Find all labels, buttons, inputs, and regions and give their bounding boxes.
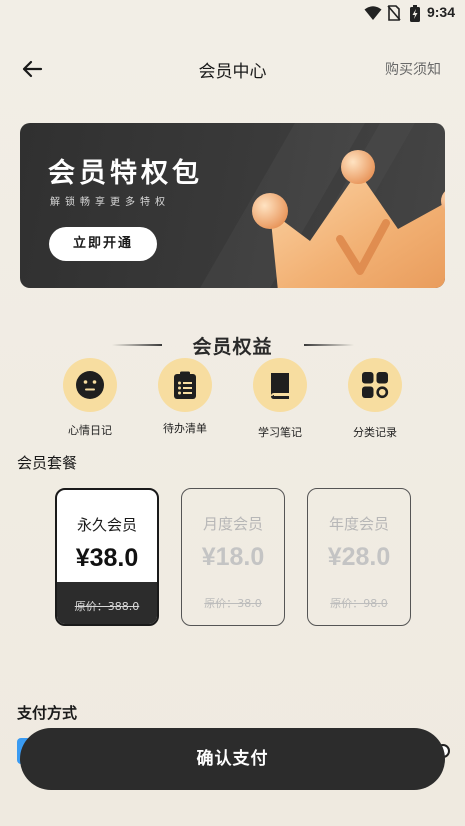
status-bar: 9:34 xyxy=(0,0,465,26)
package-name: 年度会员 xyxy=(328,515,389,533)
banner-title: 会员特权包 xyxy=(48,158,203,189)
package-original-price: 原价：98.0 xyxy=(330,597,388,610)
back-button[interactable] xyxy=(18,54,48,84)
package-monthly[interactable]: 月度会员 ¥18.0 原价：38.0 xyxy=(181,488,285,626)
benefit-mood-diary[interactable]: 心情日记 xyxy=(45,358,135,438)
benefit-study-notes[interactable]: 学习笔记 xyxy=(235,358,325,440)
benefits-title: 会员权益 xyxy=(192,336,273,358)
payment-method-title: 支付方式 xyxy=(17,704,78,722)
grid-icon xyxy=(362,372,389,399)
battery-charging-icon xyxy=(410,5,420,22)
benefits-header: 会员权益 xyxy=(0,330,465,360)
benefit-label: 学习笔记 xyxy=(258,426,302,439)
decor-line-right xyxy=(304,344,354,346)
package-original-price: 原价：38.0 xyxy=(204,597,262,610)
package-name: 月度会员 xyxy=(202,515,263,533)
packages-title: 会员套餐 xyxy=(17,454,78,472)
benefit-todo-list[interactable]: 待办清单 xyxy=(140,358,230,436)
wifi-icon xyxy=(364,6,382,20)
status-time: 9:34 xyxy=(426,4,455,20)
book-icon xyxy=(271,373,289,399)
crown-icon xyxy=(252,150,445,288)
benefit-category-records[interactable]: 分类记录 xyxy=(330,358,420,440)
package-price: ¥28.0 xyxy=(327,543,391,571)
purchase-notice-link[interactable]: 购买须知 xyxy=(385,59,441,79)
no-sim-icon xyxy=(387,5,401,21)
activate-now-button[interactable]: 立即开通 xyxy=(49,227,157,261)
benefit-label: 待办清单 xyxy=(163,422,207,435)
clipboard-icon xyxy=(174,371,196,399)
package-price: ¥38.0 xyxy=(75,544,139,572)
header: 会员中心 购买须知 xyxy=(0,46,465,90)
package-lifetime[interactable]: 永久会员 ¥38.0 原价：388.0 xyxy=(55,488,159,626)
benefit-label: 心情日记 xyxy=(68,424,112,437)
confirm-payment-button[interactable]: 确认支付 xyxy=(20,728,445,790)
banner-subtitle: 解锁畅享更多特权 xyxy=(50,197,170,208)
package-price: ¥18.0 xyxy=(201,543,265,571)
package-name: 永久会员 xyxy=(76,516,137,534)
membership-banner: 会员特权包 解锁畅享更多特权 立即开通 xyxy=(20,123,445,288)
package-yearly[interactable]: 年度会员 ¥28.0 原价：98.0 xyxy=(307,488,411,626)
package-original-price: 原价：388.0 xyxy=(74,600,140,613)
membership-screen: 9:34 会员中心 购买须知 会员特权包 解锁畅享更多特权 立即开通 会员权益 … xyxy=(0,0,465,826)
arrow-left-icon xyxy=(22,60,43,78)
benefit-label: 分类记录 xyxy=(353,426,397,439)
face-icon xyxy=(76,371,104,399)
